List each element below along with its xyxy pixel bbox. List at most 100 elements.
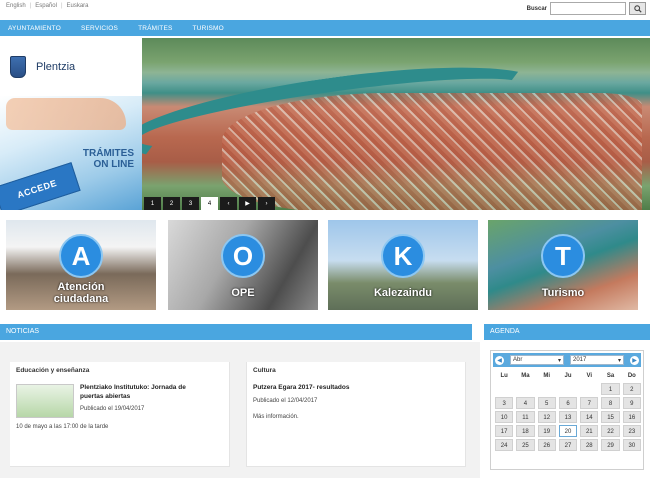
news-category[interactable]: Educación y enseñanza: [16, 367, 89, 374]
calendar-day[interactable]: 24: [495, 439, 514, 451]
calendar-day[interactable]: 21: [580, 425, 599, 437]
tile-letter-k: K: [381, 234, 425, 278]
language-link-english[interactable]: English: [6, 3, 26, 9]
nav-ayuntamiento[interactable]: AYUNTAMIENTO: [8, 25, 61, 32]
calendar-day[interactable]: 1: [601, 383, 620, 395]
search-area: Buscar: [527, 2, 646, 15]
tile-letter-a: A: [59, 234, 103, 278]
slider-page-3[interactable]: 3: [182, 197, 199, 210]
next-month-icon[interactable]: ▶: [630, 355, 639, 365]
calendar-day[interactable]: 6: [558, 397, 578, 409]
news-title-line1[interactable]: Plentziako Institutuko: Jornada de: [80, 384, 186, 392]
calendar-day[interactable]: 20: [558, 425, 578, 437]
news-date: Publicado el 19/04/2017: [80, 406, 145, 412]
calendar-day[interactable]: 2: [622, 383, 641, 395]
accede-button[interactable]: ACCEDE: [0, 162, 81, 210]
prev-month-icon[interactable]: ◀: [495, 355, 504, 365]
calendar-empty-cell: [495, 383, 513, 395]
search-button[interactable]: [629, 2, 646, 15]
news-category[interactable]: Cultura: [253, 367, 276, 374]
tile-label-line1: Turismo: [541, 287, 585, 299]
slider-page-1[interactable]: 1: [144, 197, 161, 210]
calendar-day[interactable]: 27: [558, 439, 578, 451]
slider-prev-icon[interactable]: ‹: [220, 197, 237, 210]
tile-atencion-ciudadana[interactable]: A Atención ciudadana: [6, 220, 156, 310]
search-icon: [633, 4, 642, 13]
calendar-day[interactable]: 23: [622, 425, 641, 437]
year-select[interactable]: 2017 ▾: [570, 355, 624, 365]
search-label: Buscar: [526, 5, 547, 12]
news-thumbnail[interactable]: [16, 384, 74, 418]
weekday-label: Do: [627, 373, 636, 379]
agenda-section-header: AGENDA: [484, 324, 650, 340]
language-link-spanish[interactable]: Español: [35, 3, 57, 9]
calendar-header: ◀ Abr ▾ 2017 ▾ ▶: [493, 353, 641, 367]
site-logo[interactable]: Plentzia: [0, 38, 142, 96]
top-bar: English | Español | Euskara Buscar: [0, 0, 650, 18]
hand-image: [6, 98, 126, 130]
nav-tramites[interactable]: TRÁMITES: [138, 25, 172, 32]
weekday-label: Ma: [521, 373, 530, 379]
tile-ope[interactable]: O OPE: [168, 220, 318, 310]
tile-letter-o: O: [221, 234, 265, 278]
calendar-day[interactable]: 17: [495, 425, 514, 437]
calendar-day[interactable]: 30: [622, 439, 641, 451]
news-item: Cultura Putzera Egara 2017- resultados P…: [246, 362, 466, 467]
month-value: Abr: [513, 357, 523, 363]
calendar-empty-cell: [580, 383, 598, 395]
logo-text: Plentzia: [36, 61, 76, 73]
calendar-day[interactable]: 4: [516, 397, 535, 409]
calendar-day[interactable]: 8: [601, 397, 620, 409]
calendar-day[interactable]: 14: [580, 411, 599, 423]
service-tiles: A Atención ciudadana O OPE K Kalezaindu …: [6, 220, 646, 310]
slider-pager: 1 2 3 4 ‹ ▶ ›: [142, 197, 275, 210]
news-title-line1[interactable]: Putzera Egara 2017- resultados: [253, 384, 349, 392]
weekday-label: Ju: [564, 373, 572, 379]
calendar-empty-cell: [538, 383, 556, 395]
news-title-line2[interactable]: puertas abiertas: [80, 393, 130, 401]
tile-letter-t: T: [541, 234, 585, 278]
nav-turismo[interactable]: TURISMO: [193, 25, 224, 32]
tile-label-line2: ciudadana: [53, 293, 109, 305]
calendar-day[interactable]: 3: [495, 397, 514, 409]
calendar-day[interactable]: 5: [537, 397, 556, 409]
language-switcher: English | Español | Euskara: [6, 3, 89, 9]
main-nav: AYUNTAMIENTO SERVICIOS TRÁMITES TURISMO: [0, 20, 650, 36]
calendar-day[interactable]: 19: [537, 425, 556, 437]
slider-page-4[interactable]: 4: [201, 197, 218, 210]
calendar-day[interactable]: 29: [601, 439, 620, 451]
news-item: Educación y enseñanza Plentziako Institu…: [10, 362, 230, 467]
tile-label-line1: Kalezaindu: [373, 287, 433, 299]
calendar-day[interactable]: 10: [495, 411, 514, 423]
search-input[interactable]: [550, 2, 626, 15]
calendar-day[interactable]: 16: [622, 411, 641, 423]
calendar-day[interactable]: 9: [622, 397, 641, 409]
calendar-empty-cell: [516, 383, 534, 395]
calendar-day[interactable]: 28: [580, 439, 599, 451]
tramites-online-text: TRÁMITES ON LINE: [83, 148, 134, 170]
slider-page-2[interactable]: 2: [163, 197, 180, 210]
calendar-day[interactable]: 12: [537, 411, 556, 423]
chevron-down-icon: ▾: [557, 357, 561, 364]
month-select[interactable]: Abr ▾: [510, 355, 564, 365]
slider-play-icon[interactable]: ▶: [239, 197, 256, 210]
tile-label-line1: Atención: [57, 281, 105, 293]
agenda-calendar: ◀ Abr ▾ 2017 ▾ ▶ Lu Ma Mi Ju Vi Sa Do 1 2 3 4 5 6 7 8 9…: [490, 350, 644, 470]
calendar-day[interactable]: 13: [558, 411, 578, 423]
calendar-day[interactable]: 15: [601, 411, 620, 423]
nav-servicios[interactable]: SERVICIOS: [81, 25, 118, 32]
tile-kalezaindu[interactable]: K Kalezaindu: [328, 220, 478, 310]
calendar-day[interactable]: 25: [516, 439, 535, 451]
calendar-grid: Lu Ma Mi Ju Vi Sa Do 1 2 3 4 5 6 7 8 9 10 11 12 13 14 15 16 17 1…: [495, 371, 641, 451]
language-link-basque[interactable]: Euskara: [67, 3, 89, 9]
calendar-day[interactable]: 22: [601, 425, 620, 437]
calendar-day[interactable]: 7: [580, 397, 599, 409]
news-more-info-link[interactable]: Más información.: [253, 414, 299, 420]
weekday-label: Mi: [543, 373, 551, 379]
slider-next-icon[interactable]: ›: [258, 197, 275, 210]
calendar-day[interactable]: 26: [537, 439, 556, 451]
tile-turismo[interactable]: T Turismo: [488, 220, 638, 310]
calendar-day[interactable]: 11: [516, 411, 535, 423]
tramites-online-banner[interactable]: TRÁMITES ON LINE ACCEDE: [0, 96, 142, 210]
calendar-day[interactable]: 18: [516, 425, 535, 437]
